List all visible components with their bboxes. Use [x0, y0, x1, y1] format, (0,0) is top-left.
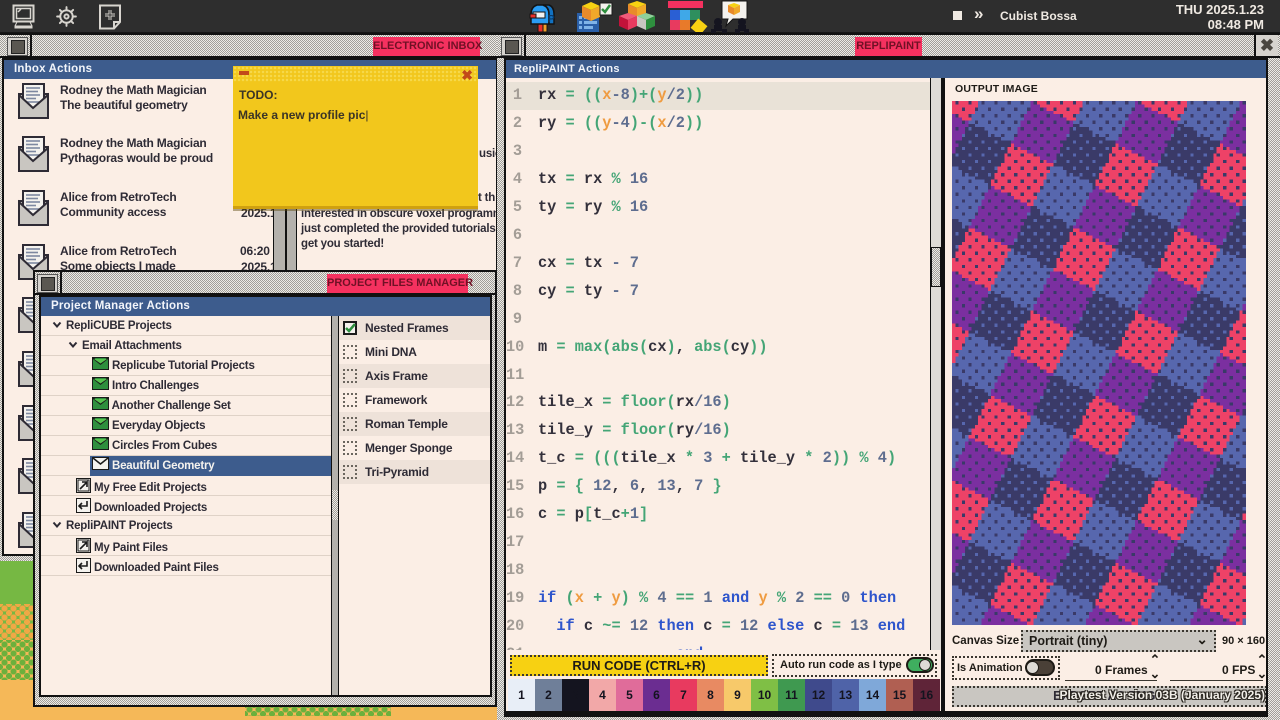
svg-text:P: P — [548, 14, 555, 25]
